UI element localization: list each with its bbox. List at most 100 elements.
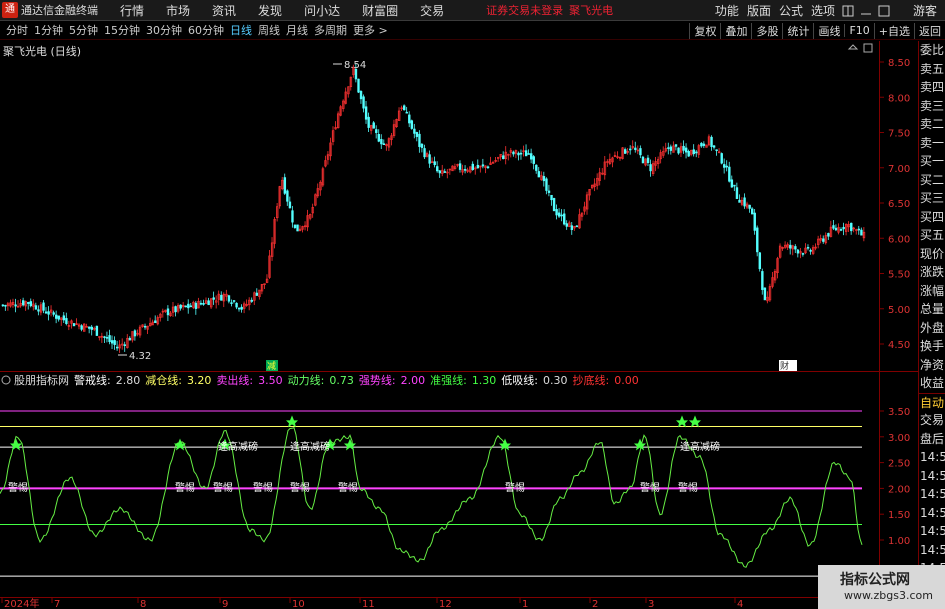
quote-item: 14:56	[920, 505, 945, 520]
quote-item: 卖一	[920, 135, 945, 150]
date-tick-label: 11	[362, 599, 375, 609]
quote-item: 净资	[920, 357, 945, 372]
sell-signal-label: 逢高减磅	[218, 440, 258, 453]
warning-signal-label: 警惕	[640, 481, 660, 494]
candle-body	[827, 233, 830, 237]
chart-settings-icon[interactable]	[847, 44, 859, 50]
candle-body	[733, 184, 736, 187]
candle-body	[232, 300, 236, 302]
candle-body	[90, 326, 94, 330]
candle-body	[850, 222, 853, 232]
candle-body	[517, 152, 520, 156]
power-line	[0, 426, 863, 568]
candle-body	[116, 346, 119, 349]
candle-body	[753, 212, 756, 231]
quote-item: 卖五	[920, 61, 945, 76]
candle-body	[113, 340, 116, 345]
chart-expand-icon[interactable]	[863, 43, 873, 53]
candle-body	[57, 315, 60, 320]
date-tick-label: 7	[54, 599, 60, 609]
price-tick-label: 5.00	[888, 305, 910, 316]
candle-body	[512, 151, 515, 155]
candle-body	[832, 225, 835, 229]
indicator-tick-label: 3.50	[888, 407, 910, 418]
candle-body	[65, 318, 68, 324]
candle-body	[806, 246, 810, 249]
indicator-name[interactable]: 股朋指标网	[14, 372, 69, 388]
candle-body	[240, 306, 243, 310]
candle-body	[842, 226, 845, 230]
candle-body	[27, 302, 30, 304]
candle-body	[763, 287, 767, 301]
sell-signal-label: 逢高减磅	[680, 440, 720, 453]
warning-signal-label: 警惕	[505, 481, 525, 494]
candle-body	[687, 151, 690, 157]
date-tick-label: 2024年	[4, 597, 39, 609]
quote-item: 14:56	[920, 487, 945, 501]
candle-body	[362, 96, 365, 109]
quote-item[interactable]: 自动	[919, 392, 945, 412]
quote-item: 外盘	[920, 320, 945, 335]
kline-chart[interactable]: 8.50 8.00 7.50 7.00 6.50 6.00 5.50 5.00 4.50 逢高减…	[0, 0, 945, 609]
price-tick-label: 5.50	[888, 270, 910, 281]
candle-body	[375, 129, 378, 133]
candle-body	[189, 305, 193, 308]
candle-body	[542, 176, 546, 182]
indicator-tick-label: 1.00	[888, 536, 910, 547]
indicator-tick-label: 1.50	[888, 510, 910, 521]
candle-body	[179, 304, 182, 309]
candle-body	[408, 114, 411, 124]
price-tick-label: 6.50	[888, 199, 910, 210]
candle-body	[809, 249, 812, 252]
buy-star-icon	[174, 438, 186, 451]
candle-body	[62, 315, 66, 321]
candle-body	[103, 336, 106, 338]
candle-body	[88, 326, 91, 329]
candle-body	[380, 139, 383, 145]
date-tick-label: 10	[292, 599, 305, 609]
candle-body	[761, 271, 764, 290]
candle-body	[557, 212, 561, 217]
quote-panel: 委比 卖五 卖四 卖三 卖二 卖一 买一 买二 买三 买四 买五 现价 涨跌 涨幅 总量 外盘 换手 净资 收益 自动…	[918, 41, 945, 609]
candle-body	[550, 194, 553, 201]
candle-body	[72, 323, 76, 327]
candle-body	[55, 314, 58, 319]
candle-body	[720, 153, 723, 164]
indicator-axis: 3.50 3.00 2.50 2.00 1.50 1.00	[879, 407, 910, 547]
reduce-marker-label: 减	[267, 360, 276, 372]
price-tick-label: 4.50	[888, 340, 910, 351]
candle-body	[410, 120, 414, 129]
low-price-label: 4.32	[129, 351, 151, 362]
candle-body	[537, 171, 541, 178]
candle-body	[415, 132, 419, 137]
candle-body	[634, 147, 637, 150]
candle-body	[199, 302, 203, 305]
candle-body	[108, 335, 111, 342]
quote-item: 14:56	[920, 468, 945, 483]
candle-body	[227, 295, 231, 302]
date-tick-label: 12	[439, 599, 452, 609]
candle-body	[646, 157, 650, 163]
candle-body	[481, 164, 485, 167]
date-tick-label: 1	[522, 599, 528, 609]
warning-signal-label: 警惕	[8, 481, 28, 494]
quote-item: 交易	[920, 413, 945, 427]
watermark: 指标公式网 www.zbgs3.com	[818, 565, 945, 609]
candle-body	[677, 147, 680, 154]
candle-body	[237, 307, 241, 310]
candle-body	[458, 163, 462, 170]
candle-body	[695, 151, 698, 154]
date-tick-label: 4	[737, 599, 743, 609]
candle-body	[471, 163, 474, 170]
candle-body	[230, 302, 233, 304]
quote-item: 买五	[920, 228, 945, 242]
quote-item: 买二	[920, 172, 945, 187]
candle-body	[110, 340, 114, 344]
candle-body	[552, 198, 556, 212]
candle-body	[796, 249, 800, 254]
candle-body	[4, 304, 7, 307]
candle-body	[403, 105, 406, 111]
candle-body	[789, 244, 792, 249]
quote-item: 买三	[920, 191, 945, 205]
date-tick-label: 8	[140, 599, 146, 609]
